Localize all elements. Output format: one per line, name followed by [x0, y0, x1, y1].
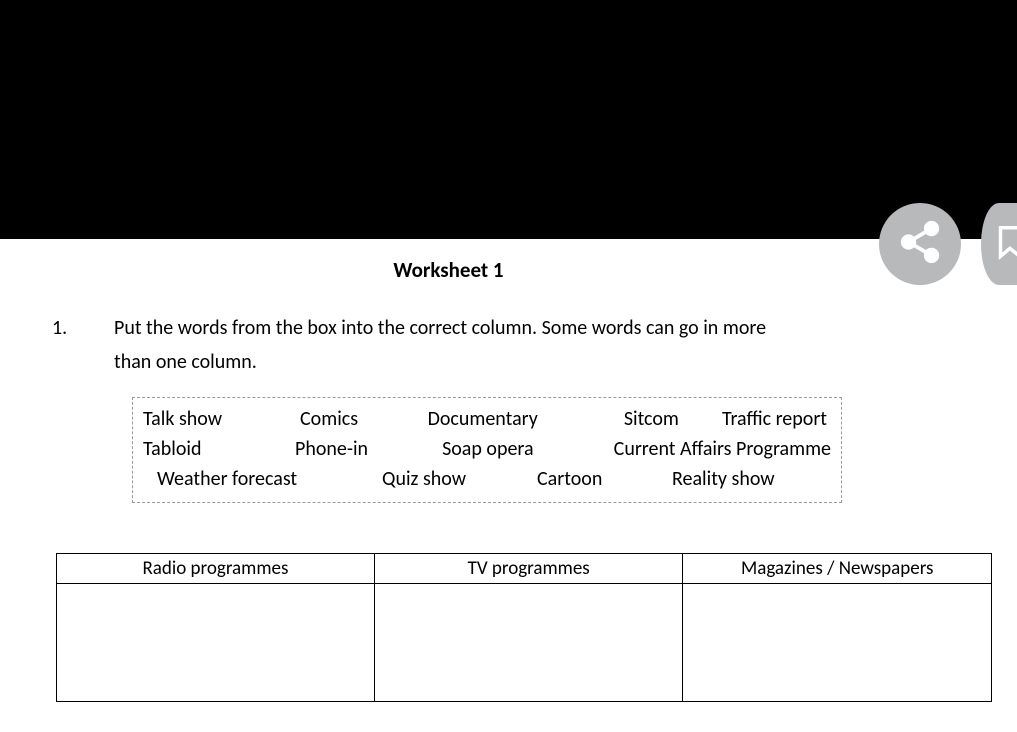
word-item: Documentary [428, 404, 624, 434]
share-button[interactable] [879, 203, 961, 285]
answer-table: Radio programmes TV programmes Magazines… [56, 553, 992, 702]
table-cell-tv[interactable] [374, 584, 683, 702]
table-row [57, 584, 992, 702]
word-item: Soap opera [442, 434, 614, 464]
bookmark-button[interactable] [981, 203, 1017, 285]
action-buttons [879, 203, 1017, 285]
word-item: Traffic report [722, 404, 831, 434]
instruction-text-line2: than one column. [114, 350, 257, 374]
wordbox-row: Talk show Comics Documentary Sitcom Traf… [143, 404, 831, 434]
word-item: Cartoon [537, 464, 672, 494]
worksheet-title: Worksheet 1 [0, 257, 1017, 283]
word-item: Quiz show [382, 464, 537, 494]
word-item: Tabloid [143, 434, 295, 464]
word-item: Weather forecast [157, 464, 382, 494]
word-item: Comics [300, 404, 428, 434]
table-cell-magazines[interactable] [683, 584, 992, 702]
table-header-tv: TV programmes [374, 554, 683, 584]
word-item: Current Affairs Programme [614, 434, 831, 464]
word-box: Talk show Comics Documentary Sitcom Traf… [132, 397, 842, 503]
instruction-number: 1. [52, 311, 67, 345]
word-item: Reality show [672, 464, 831, 494]
table-cell-radio[interactable] [57, 584, 375, 702]
word-item: Sitcom [624, 404, 722, 434]
document-content: Worksheet 1 1. Put the words from the bo… [0, 239, 1017, 702]
bookmark-icon [981, 220, 1017, 269]
wordbox-row: Weather forecast Quiz show Cartoon Reali… [143, 464, 831, 494]
table-header-radio: Radio programmes [57, 554, 375, 584]
top-black-band [0, 0, 1017, 239]
share-icon [897, 219, 943, 270]
wordbox-row: Tabloid Phone-in Soap opera Current Affa… [143, 434, 831, 464]
table-header-magazines: Magazines / Newspapers [683, 554, 992, 584]
instruction-text-line1: Put the words from the box into the corr… [114, 316, 766, 340]
instruction-block: 1. Put the words from the box into the c… [0, 311, 1017, 379]
word-item: Phone-in [295, 434, 442, 464]
word-item: Talk show [143, 404, 300, 434]
